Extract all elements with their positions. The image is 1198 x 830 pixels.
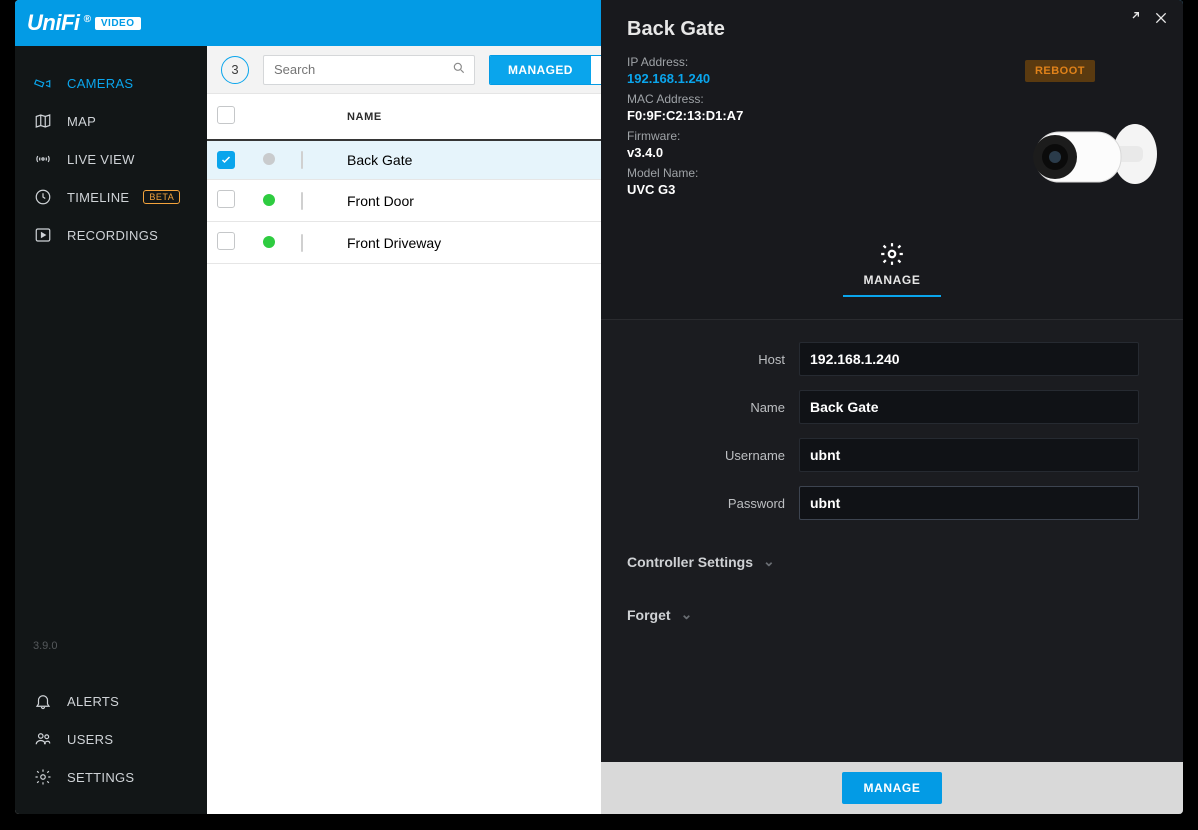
brand-badge: VIDEO [95, 17, 141, 30]
clock-icon [33, 188, 53, 206]
manage-tab-underline [843, 295, 941, 297]
controller-settings-section[interactable]: Controller Settings ⌄ [601, 527, 1183, 580]
status-dot [263, 153, 275, 165]
sidebar-item-liveview[interactable]: LIVE VIEW [15, 140, 207, 178]
tab-managed[interactable]: MANAGED [490, 56, 591, 84]
sidebar-item-users[interactable]: USERS [15, 720, 207, 758]
search-icon [452, 61, 466, 78]
manage-button[interactable]: MANAGE [842, 772, 943, 804]
manage-tab-label[interactable]: MANAGE [864, 273, 921, 287]
panel-title: Back Gate [627, 18, 1157, 41]
password-input[interactable] [799, 486, 1139, 520]
status-dot [263, 236, 275, 248]
sidebar-item-label: LIVE VIEW [67, 152, 135, 167]
detail-panel: Back Gate REBOOT IP Address: 192.168.1.2… [601, 0, 1183, 814]
bell-icon [33, 692, 53, 710]
password-field-label: Password [627, 496, 799, 511]
beta-badge: BETA [143, 190, 180, 204]
sidebar-item-settings[interactable]: SETTINGS [15, 758, 207, 796]
camera-thumbnail [301, 192, 303, 210]
play-icon [33, 226, 53, 244]
row-checkbox[interactable] [217, 190, 235, 208]
camera-count: 3 [221, 56, 249, 84]
sidebar-item-timeline[interactable]: TIMELINE BETA [15, 178, 207, 216]
close-icon[interactable] [1153, 10, 1169, 26]
sidebar: CAMERAS MAP LIVE VIEW TIMELINE BETA RECO… [15, 46, 207, 814]
forget-label: Forget [627, 607, 671, 623]
map-icon [33, 112, 53, 130]
version-text: 3.9.0 [15, 640, 207, 664]
brand-logo: UniFi ® VIDEO [27, 10, 141, 36]
sidebar-item-label: SETTINGS [67, 770, 134, 785]
forget-section[interactable]: Forget ⌄ [601, 580, 1183, 633]
search-box[interactable] [263, 55, 475, 85]
camera-image [1005, 104, 1165, 214]
brand-registered: ® [84, 14, 91, 25]
chevron-down-icon: ⌄ [763, 553, 775, 570]
controller-settings-label: Controller Settings [627, 554, 753, 570]
camera-thumbnail [301, 234, 303, 252]
row-checkbox[interactable] [217, 151, 235, 169]
row-checkbox[interactable] [217, 232, 235, 250]
host-input[interactable] [799, 342, 1139, 376]
panel-body[interactable]: Host Name Username Password Controller S… [601, 319, 1183, 762]
name-field-label: Name [627, 400, 799, 415]
manage-tab-icon [879, 241, 905, 267]
camera-icon [33, 74, 53, 92]
broadcast-icon [33, 150, 53, 168]
select-all-checkbox[interactable] [217, 106, 235, 124]
reboot-button[interactable]: REBOOT [1025, 60, 1095, 82]
brand-name: UniFi [27, 10, 80, 36]
sidebar-item-label: CAMERAS [67, 76, 133, 91]
sidebar-item-recordings[interactable]: RECORDINGS [15, 216, 207, 254]
panel-footer: MANAGE [601, 762, 1183, 814]
username-input[interactable] [799, 438, 1139, 472]
sidebar-item-cameras[interactable]: CAMERAS [15, 64, 207, 102]
sidebar-item-map[interactable]: MAP [15, 102, 207, 140]
sidebar-item-label: RECORDINGS [67, 228, 158, 243]
expand-icon[interactable] [1125, 10, 1141, 26]
sidebar-item-label: ALERTS [67, 694, 119, 709]
sidebar-item-label: TIMELINE [67, 190, 129, 205]
name-input[interactable] [799, 390, 1139, 424]
sidebar-item-alerts[interactable]: ALERTS [15, 682, 207, 720]
camera-thumbnail [301, 151, 303, 169]
sidebar-item-label: MAP [67, 114, 96, 129]
host-field-label: Host [627, 352, 799, 367]
sidebar-item-label: USERS [67, 732, 113, 747]
search-input[interactable] [272, 61, 452, 78]
username-field-label: Username [627, 448, 799, 463]
users-icon [33, 730, 53, 748]
status-dot [263, 194, 275, 206]
chevron-down-icon: ⌄ [681, 606, 693, 623]
gear-icon [33, 768, 53, 786]
